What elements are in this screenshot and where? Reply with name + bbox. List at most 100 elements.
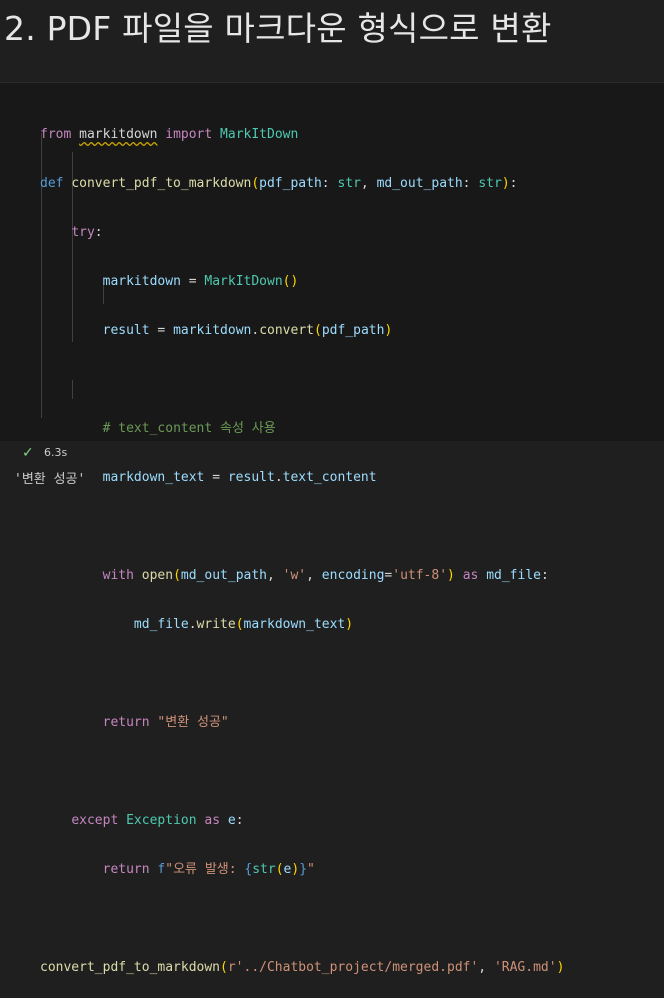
keyword-def: def <box>40 176 64 191</box>
punct: : <box>540 568 549 583</box>
paren: ) <box>384 323 393 338</box>
notebook-cell[interactable]: from markitdown import MarkItDown def co… <box>0 82 664 975</box>
operator: = <box>149 323 174 338</box>
code-line-16: return f"오류 발생: {str(e)}" <box>40 860 564 879</box>
paren: ( <box>251 176 260 191</box>
paren: ) <box>556 960 565 975</box>
punct: : <box>321 176 338 191</box>
code-editor[interactable]: from markitdown import MarkItDown def co… <box>0 82 664 975</box>
code-line-5: result = markitdown.convert(pdf_path) <box>40 321 564 340</box>
code-line-1: from markitdown import MarkItDown <box>40 125 564 144</box>
code-line-3: try: <box>40 223 564 242</box>
paren: ) <box>291 862 300 877</box>
code-line-11: md_file.write(markdown_text) <box>40 615 564 634</box>
code-line-4: markitdown = MarkItDown() <box>40 272 564 291</box>
keyword-as: as <box>454 568 487 583</box>
keyword-from: from <box>40 127 72 142</box>
module-name[interactable]: markitdown <box>79 127 157 142</box>
cell-output: '변환 성공' <box>14 472 86 487</box>
punct: , <box>267 568 283 583</box>
paren: ) <box>447 568 455 583</box>
variable: e <box>283 862 292 877</box>
variable: e <box>227 813 236 828</box>
paren: ) <box>345 617 354 632</box>
punct: . <box>274 470 283 485</box>
code-line-18: convert_pdf_to_markdown(r'../Chatbot_pro… <box>40 958 564 977</box>
punct: : <box>509 176 518 191</box>
fstring-prefix: f <box>157 862 166 877</box>
type: str <box>478 176 502 191</box>
punct: : <box>462 176 479 191</box>
variable: result <box>227 470 275 485</box>
argument: pdf_path <box>321 323 385 338</box>
keyword-arg: encoding <box>321 568 385 583</box>
variable: markdown_text <box>102 470 205 485</box>
variable: md_file <box>133 617 189 632</box>
punct: , <box>306 568 322 583</box>
string: "변환 성공" <box>157 715 229 730</box>
variable: md_file <box>486 568 541 583</box>
builtin-function: open <box>141 568 174 583</box>
string: 'utf-8' <box>392 568 448 583</box>
argument: md_out_path <box>180 568 267 583</box>
comment: # text_content 속성 사용 <box>102 421 276 436</box>
type: str <box>337 176 361 191</box>
code-line-13: return "변환 성공" <box>40 713 564 732</box>
code-line-15: except Exception as e: <box>40 811 564 830</box>
code-line-10: with open(md_out_path, 'w', encoding='ut… <box>40 566 564 585</box>
punct: , <box>360 176 377 191</box>
brace: } <box>299 862 308 877</box>
keyword-try: try <box>71 225 95 240</box>
param: pdf_path <box>259 176 322 191</box>
keyword-return: return <box>102 715 150 730</box>
operator: = <box>384 568 393 583</box>
string: r'../Chatbot_project/merged.pdf' <box>227 960 479 975</box>
variable: markitdown <box>173 323 252 338</box>
punct: , <box>478 960 494 975</box>
argument: markdown_text <box>243 617 346 632</box>
paren: ) <box>501 176 510 191</box>
code-line-7: # text_content 속성 사용 <box>40 419 564 438</box>
punct: . <box>188 617 197 632</box>
function-call: convert_pdf_to_markdown <box>40 960 221 975</box>
check-icon: ✓ <box>22 445 34 461</box>
string: 'w' <box>282 568 307 583</box>
brace: { <box>244 862 253 877</box>
operator: = <box>180 274 205 289</box>
keyword-except: except <box>71 813 119 828</box>
variable: result <box>102 323 150 338</box>
param: md_out_path <box>376 176 463 191</box>
code-line-2: def convert_pdf_to_markdown(pdf_path: st… <box>40 174 564 193</box>
keyword-return: return <box>102 862 150 877</box>
paren: ( <box>220 960 228 975</box>
operator: = <box>204 470 228 485</box>
execution-time: 6.3s <box>44 446 68 459</box>
paren: ( <box>275 862 284 877</box>
execution-status: ✓ 6.3s <box>0 442 300 464</box>
method: write <box>196 617 236 632</box>
keyword-import: import <box>165 127 213 142</box>
section-heading: 2. PDF 파일을 마크다운 형식으로 변환 <box>4 9 552 48</box>
string: " <box>307 862 315 877</box>
builtin-function: str <box>252 862 276 877</box>
keyword-as: as <box>196 813 228 828</box>
paren: () <box>282 274 299 289</box>
variable: markitdown <box>102 274 181 289</box>
code-block[interactable]: from markitdown import MarkItDown def co… <box>40 95 564 998</box>
punct: : <box>94 225 103 240</box>
paren: ( <box>235 617 244 632</box>
import-name: MarkItDown <box>220 127 299 142</box>
string: "오류 발생: <box>165 862 245 877</box>
punct: . <box>251 323 260 338</box>
code-line-8: markdown_text = result.text_content <box>40 468 564 487</box>
punct: : <box>235 813 244 828</box>
method: convert <box>259 323 314 338</box>
paren: ( <box>313 323 322 338</box>
function-name: convert_pdf_to_markdown <box>71 176 252 191</box>
